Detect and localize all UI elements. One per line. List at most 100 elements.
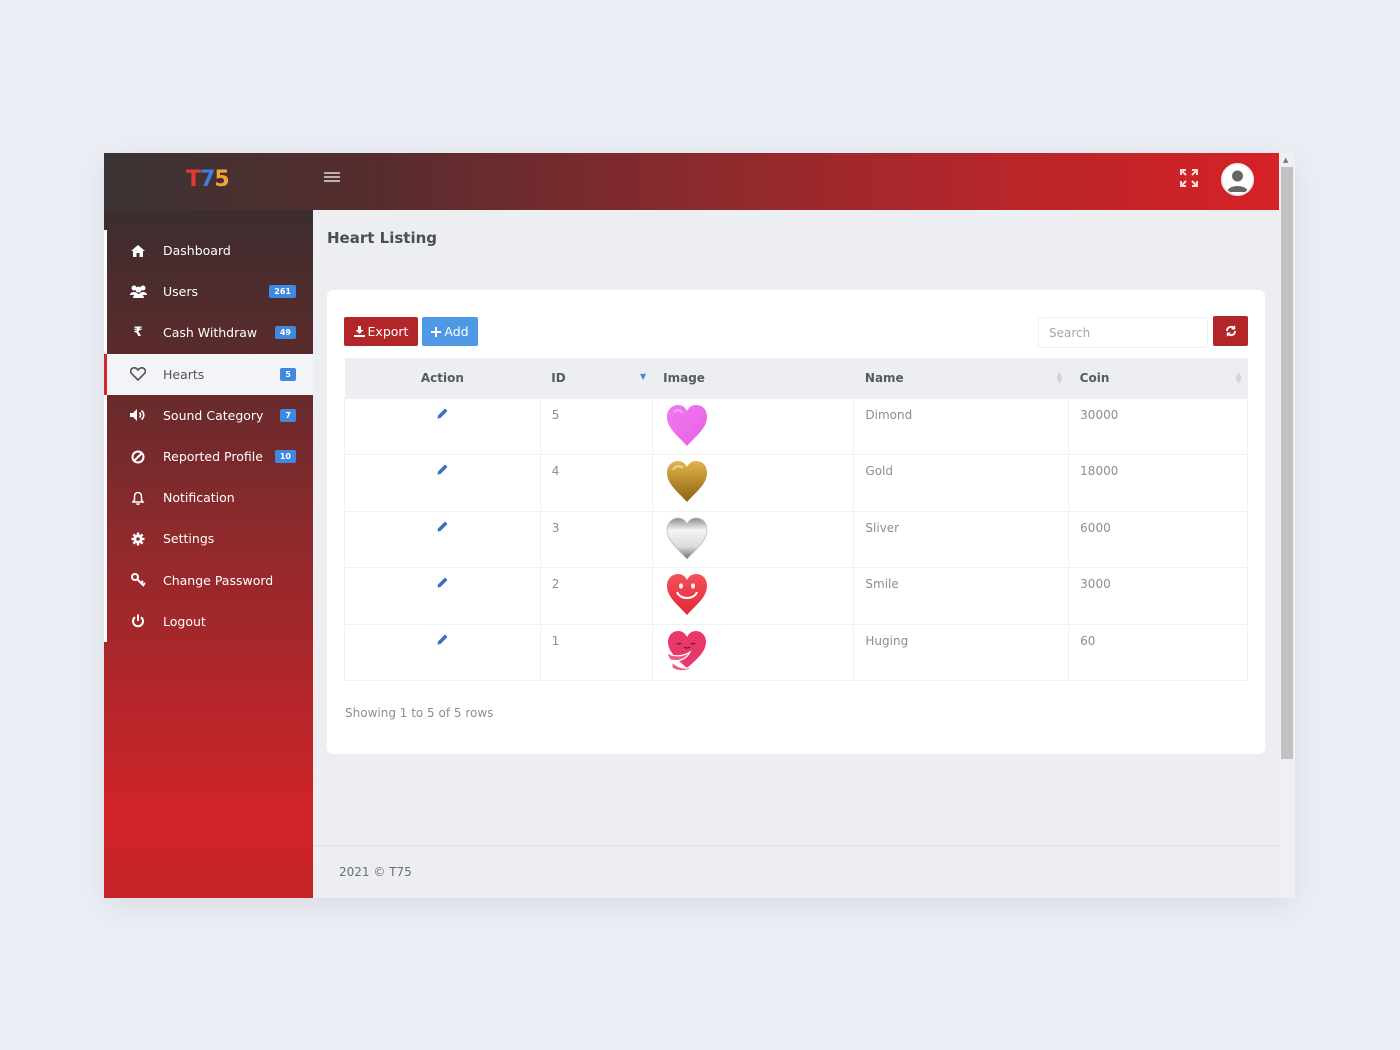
refresh-icon [1225,325,1236,337]
sidebar-item-settings[interactable]: Settings [104,518,313,560]
add-label: Add [444,324,469,339]
table-row: 4 Gold 18000 [344,454,1248,512]
action-cell [344,623,541,682]
heart-listing-card: Export Add Action ID [327,290,1265,754]
sidebar-item-hearts[interactable]: Hearts 5 [104,353,313,395]
export-label: Export [367,324,409,339]
name-cell: Smile [853,567,1070,625]
sidebar-item-dashboard[interactable]: Dashboard [104,230,313,272]
pencil-icon[interactable] [437,634,448,648]
pagination-info: Showing 1 to 5 of 5 rows [345,706,494,720]
hearts-count-badge: 5 [280,367,296,381]
image-cell [651,397,855,456]
column-header-label: ID [551,370,566,385]
column-header-image: Image [652,358,854,398]
image-cell [651,510,855,569]
sidebar-item-label: Hearts [163,366,205,382]
sidebar-item-logout[interactable]: Logout [104,600,313,642]
sort-icon[interactable]: ▲ ▼ [1057,371,1063,385]
user-avatar-icon[interactable] [1221,163,1254,196]
column-header-action: Action [344,358,541,398]
copyright-text: 2021 © T75 [339,865,412,879]
logo-digit-7: 7 [200,167,215,192]
silver-heart-image [666,517,708,560]
action-cell [344,454,541,512]
scroll-up-arrow-icon[interactable]: ▲ [1283,156,1288,164]
action-cell [344,567,541,625]
table-row: 1 Huging 60 [344,623,1248,682]
sort-icon[interactable]: ▲ ▼ [1235,371,1241,385]
logo-digit-5: 5 [214,167,229,192]
pencil-icon[interactable] [437,521,448,535]
logo-letter-t: T [186,167,201,192]
id-cell: 2 [539,567,653,625]
home-icon [127,244,149,257]
hearts-table: Action ID ▼ Image Name ▲ ▼ Coin ▲ ▼ 5 Di… [344,358,1248,682]
image-cell [651,623,855,682]
sound-category-count-badge: 7 [280,408,296,422]
table-row: 2 Smile 3000 [344,567,1248,625]
pink-heart-image [666,404,707,446]
sidebar-nav: Dashboard Users 261 ₹ Cash Withdraw 49 H… [104,230,313,642]
pencil-icon[interactable] [437,464,448,478]
sidebar-item-label: Reported Profile [163,449,263,465]
pencil-icon[interactable] [437,408,448,422]
action-cell [344,397,541,456]
add-button[interactable]: Add [422,317,478,346]
coin-cell: 30000 [1068,397,1248,456]
hamburger-icon[interactable] [324,172,340,186]
expand-icon[interactable] [1178,167,1200,189]
coin-cell: 6000 [1068,510,1248,569]
page-footer: 2021 © T75 [313,845,1279,898]
bell-icon [127,491,149,505]
export-button[interactable]: Export [344,317,418,346]
page-title: Heart Listing [327,229,437,247]
column-header-id[interactable]: ID ▼ [540,358,653,398]
table-header-row: Action ID ▼ Image Name ▲ ▼ Coin ▲ ▼ [344,358,1248,398]
gear-icon [127,532,149,546]
image-cell [651,454,855,512]
column-header-coin[interactable]: Coin ▲ ▼ [1068,358,1248,398]
coin-cell: 3000 [1068,567,1248,625]
sidebar-item-users[interactable]: Users 261 [104,271,313,313]
sidebar-item-sound-category[interactable]: Sound Category 7 [104,394,313,436]
sidebar-item-reported-profile[interactable]: Reported Profile 10 [104,435,313,478]
action-cell [344,510,541,569]
sidebar-item-notification[interactable]: Notification [104,477,313,519]
search-input[interactable] [1038,317,1208,348]
logo[interactable]: T75 [186,167,230,192]
vertical-scrollbar[interactable]: ▲ [1279,153,1295,898]
users-count-badge: 261 [269,285,296,299]
scrollbar-thumb[interactable] [1281,167,1293,759]
column-header-name[interactable]: Name ▲ ▼ [853,358,1069,398]
reported-profile-count-badge: 10 [274,450,296,464]
cash-withdraw-count-badge: 49 [274,326,296,340]
sidebar-item-label: Change Password [163,572,274,588]
sort-desc-icon[interactable]: ▼ [640,373,646,381]
sidebar-item-label: Settings [163,531,215,547]
name-cell: Huging [853,623,1070,682]
id-cell: 5 [539,397,653,456]
sidebar-item-label: Sound Category [163,407,264,423]
table-row: 5 Dimond 30000 [344,397,1248,456]
id-cell: 4 [539,454,653,512]
top-bar: T75 [104,153,1279,210]
sidebar-item-label: Cash Withdraw [163,325,258,341]
coin-cell: 60 [1068,623,1248,682]
name-cell: Dimond [853,397,1070,456]
sidebar-item-change-password[interactable]: Change Password [104,559,313,601]
plus-icon [431,326,442,337]
volume-icon [127,409,149,422]
main-content: Heart Listing Export Add Action [313,210,1279,898]
pencil-icon[interactable] [437,577,448,591]
image-cell [651,567,855,625]
sidebar-item-cash-withdraw[interactable]: ₹ Cash Withdraw 49 [104,312,313,354]
column-header-label: Name [864,370,904,385]
sidebar-item-label: Logout [163,613,206,629]
gold-heart-image [666,461,707,503]
sidebar: Dashboard Users 261 ₹ Cash Withdraw 49 H… [104,210,313,898]
name-cell: Gold [853,454,1070,512]
refresh-button[interactable] [1213,316,1248,346]
id-cell: 3 [539,510,653,569]
table-row: 3 Sliver 6000 [344,510,1248,569]
